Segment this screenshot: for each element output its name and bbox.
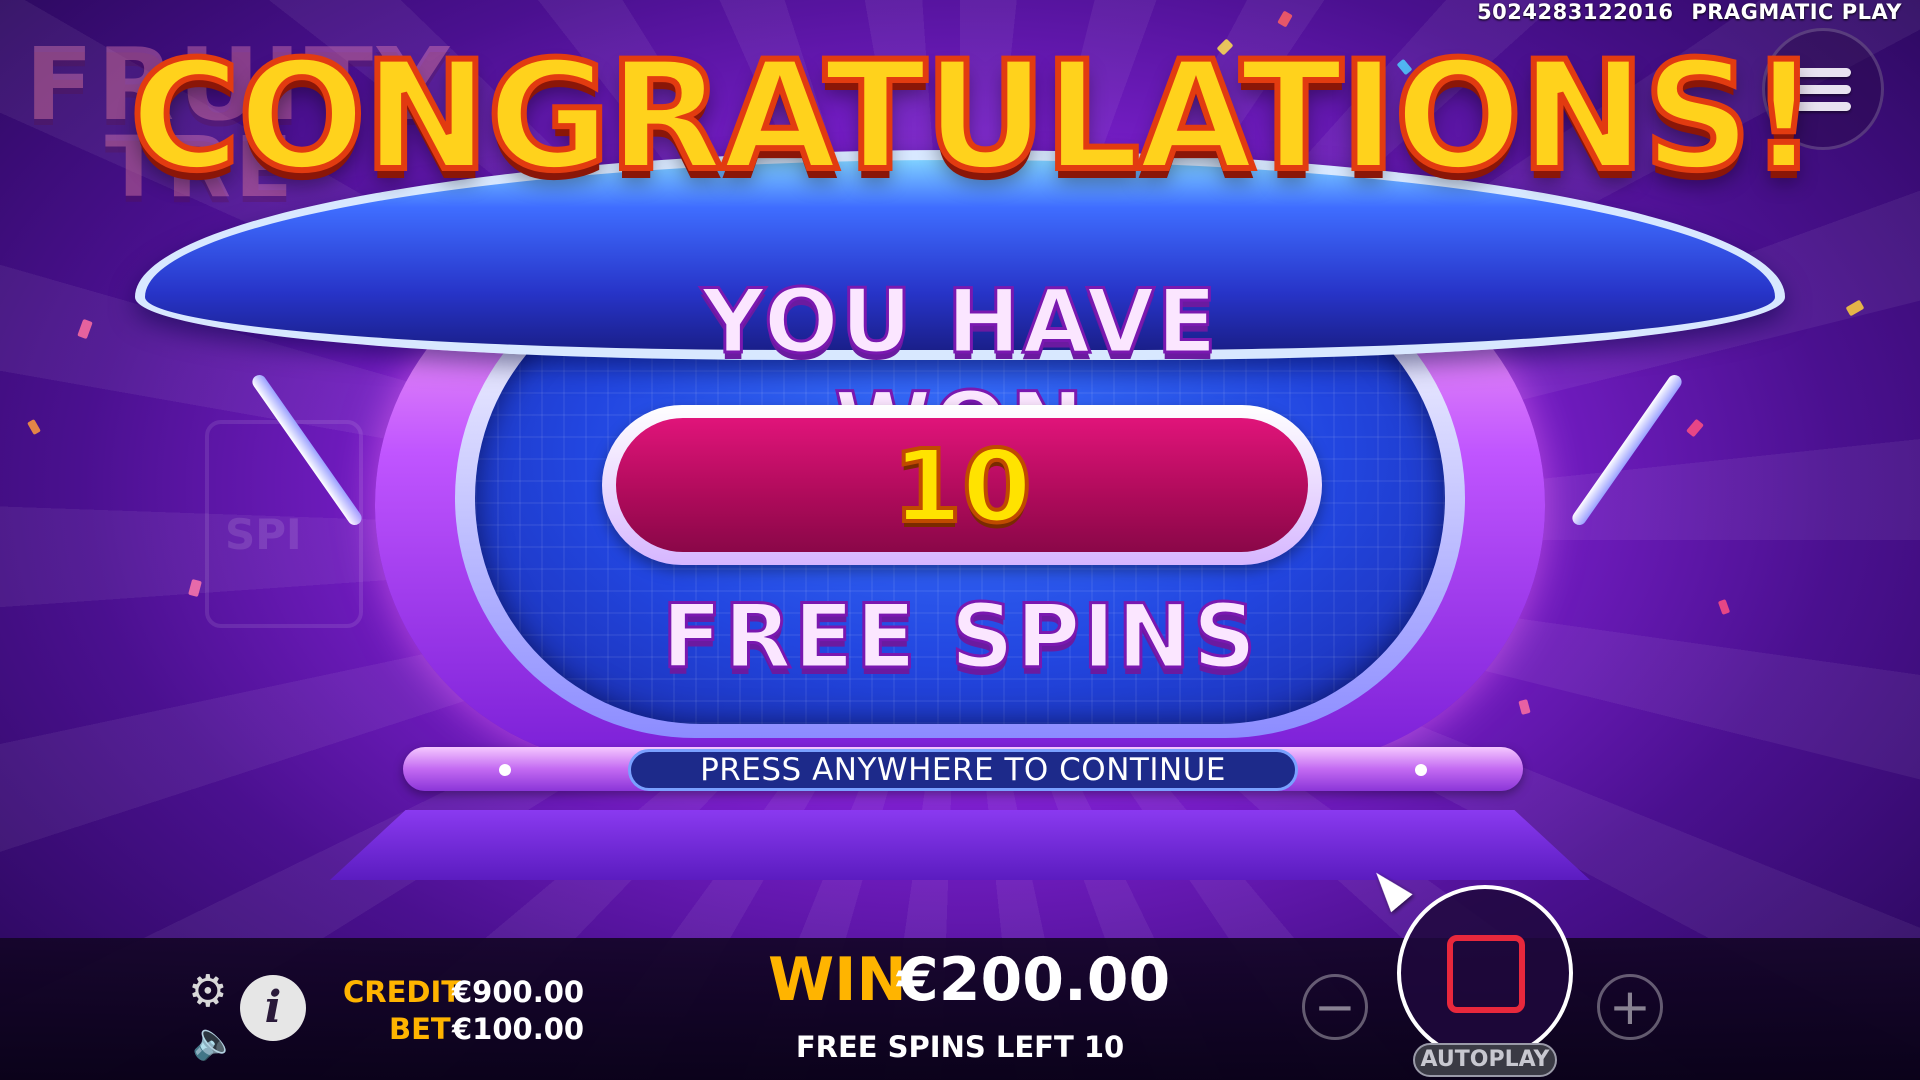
confetti [1277,10,1293,28]
bet-value: €100.00 [452,1012,585,1046]
gear-icon[interactable]: ⚙ [188,966,227,1017]
autoplay-button[interactable]: AUTOPLAY [1413,1043,1557,1077]
credit-value: €900.00 [452,975,585,1009]
confetti [77,318,93,340]
free-spins-left: FREE SPINS LEFT 10 [795,1030,1125,1064]
stop-icon [1447,935,1525,1013]
info-icon[interactable]: i [240,975,306,1041]
speaker-icon[interactable]: 🔈 [192,1020,237,1062]
provider-name: PRAGMATIC PLAY [1691,0,1902,24]
confetti [1717,599,1731,615]
rail-bolt [499,764,511,776]
increase-bet-button[interactable]: + [1597,974,1663,1040]
free-spins-label: FREE SPINS [660,584,1259,690]
session-id: 5024283122016 [1477,0,1674,24]
spin-stop-button[interactable] [1397,885,1573,1061]
credit-label: CREDIT [343,975,462,1009]
win-label: WIN [768,945,907,1015]
confetti [27,418,41,436]
session-info: 5024283122016 PRAGMATIC PLAY [1467,0,1902,24]
free-spins-count: 10 [890,426,1033,547]
confetti [1686,418,1704,438]
win-value: €200.00 [897,945,1171,1015]
popup-strut-right [1569,372,1685,528]
popup-base [330,810,1590,880]
rail-bolt [1415,764,1427,776]
confetti [188,578,202,598]
continue-prompt[interactable]: PRESS ANYWHERE TO CONTINUE [628,749,1298,791]
confetti [1845,299,1865,317]
background-panel-text: SPI [225,510,302,559]
confetti [1518,699,1531,715]
bet-label: BET [389,1012,451,1046]
popup-title: CONGRATULATIONS! [127,27,1821,207]
decrease-bet-button[interactable]: − [1302,974,1368,1040]
